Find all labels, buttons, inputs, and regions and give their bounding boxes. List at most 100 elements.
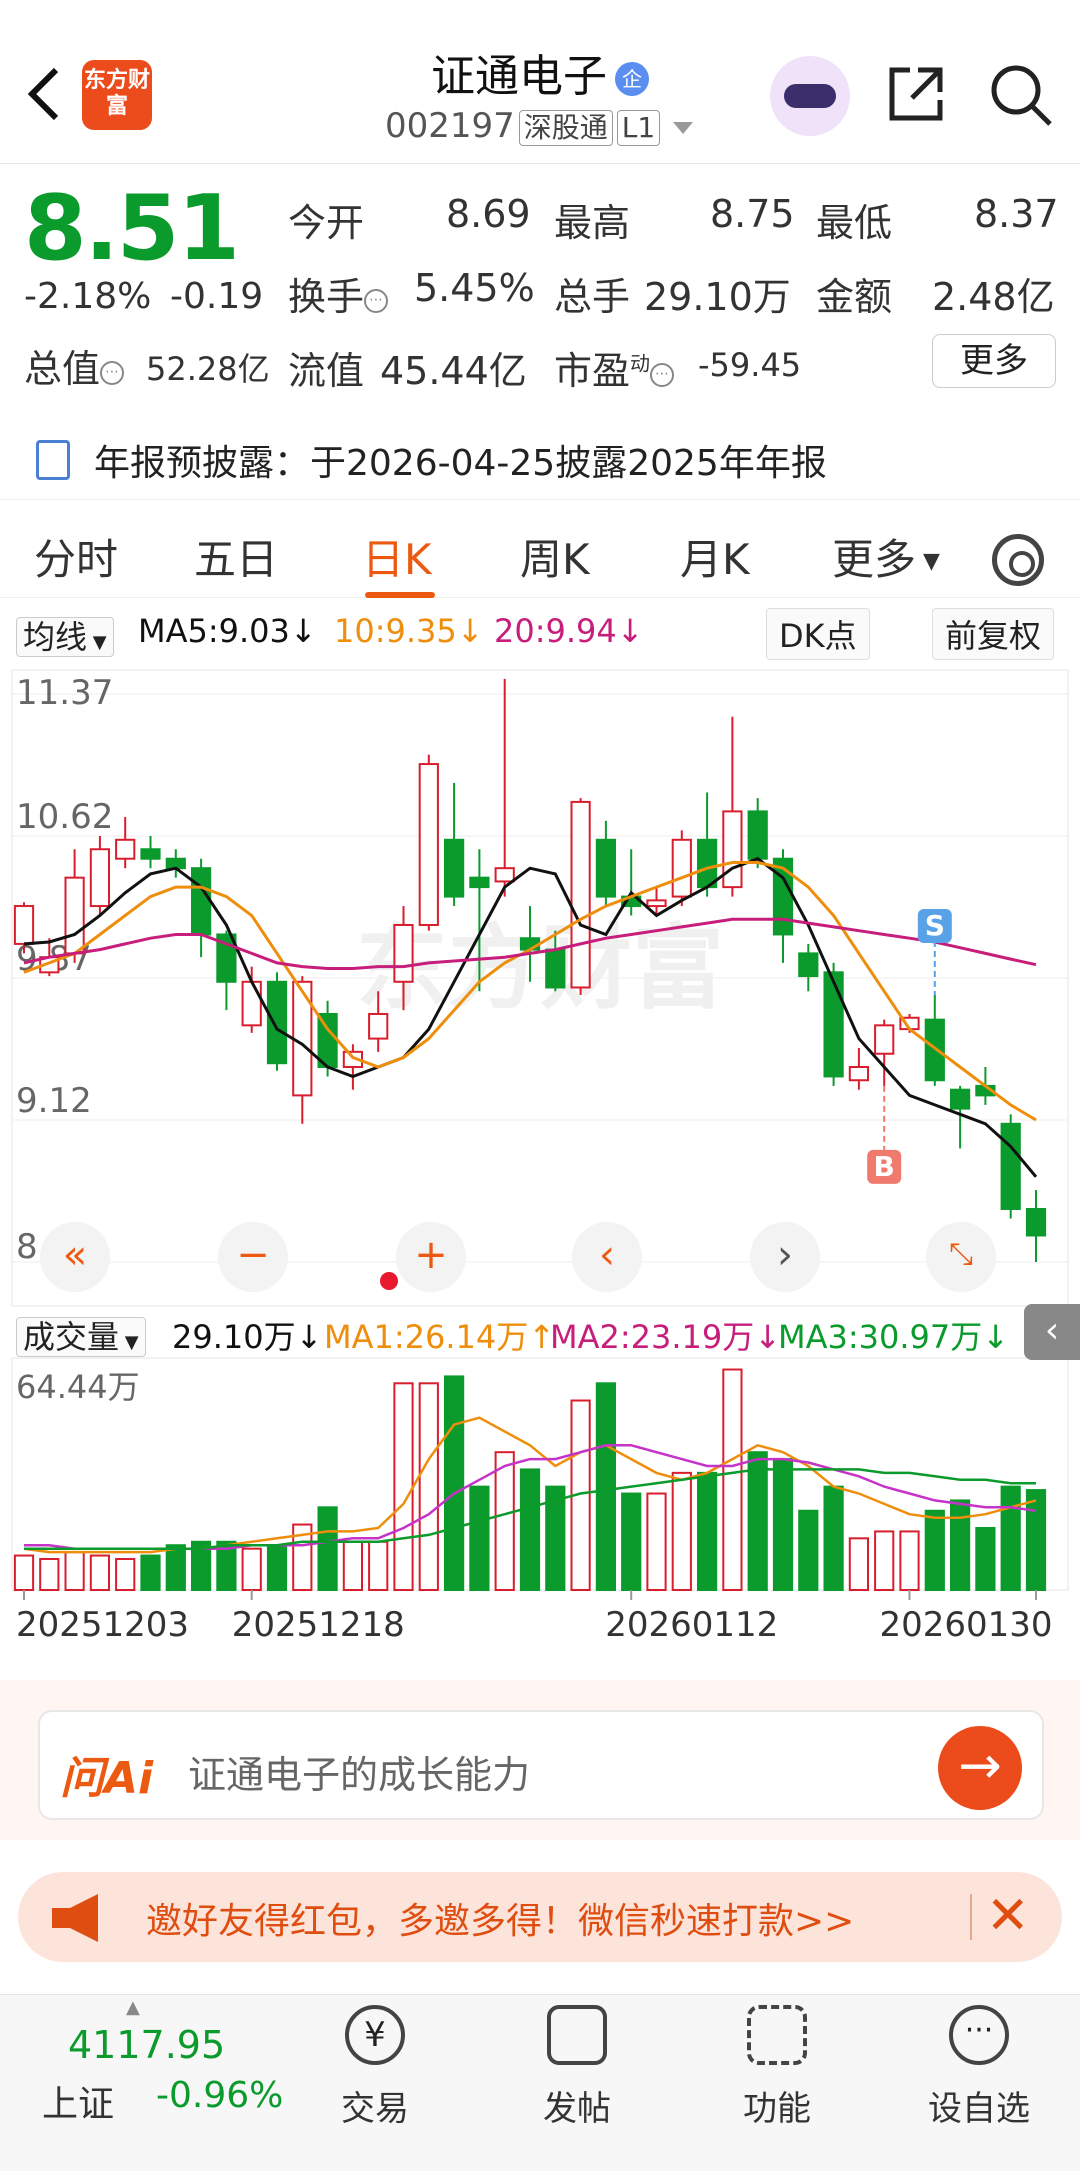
open-label: 今开 [288,201,365,245]
volume-bar [798,1509,819,1591]
tab-intraday[interactable]: 分时 [34,526,118,587]
open-value: 8.69 [446,192,531,236]
candle-body [772,857,794,936]
candle-body [595,838,617,898]
ma20-value: 20:9.94↓ [494,612,644,650]
nav-trade[interactable]: ¥ 交易 [300,2005,450,2130]
volume-bar [39,1557,60,1591]
high-value: 8.75 [710,192,795,236]
scroll-left-button[interactable]: ‹ [572,1222,642,1292]
ma10-value: 10:9.35↓ [334,612,484,650]
volume-bar [393,1382,414,1591]
collapse-panel-button[interactable]: ‹ [1024,1304,1080,1360]
ai-question-input[interactable]: 问Ai 证通电子的成长能力 → [38,1710,1044,1820]
candle-body [848,1065,870,1082]
low-value: 8.37 [974,192,1059,236]
promo-banner[interactable]: 邀好友得红包，多邀多得！微信秒速打款>> ✕ [18,1872,1062,1962]
volume-bar [342,1540,364,1592]
date-tick-label: 20260130 [880,1605,1053,1645]
volume-bar [418,1382,439,1591]
candle-body [368,1012,389,1040]
nav-functions[interactable]: 功能 [702,2005,852,2130]
level-tag[interactable]: L1 [616,110,661,146]
index-change[interactable]: -0.96% [156,2075,283,2116]
date-tick-label: 20251218 [232,1605,405,1645]
info-icon[interactable]: ⋯ [650,363,675,387]
volume-bar [772,1458,794,1591]
vol-ma3-value: MA3:30.97万↓ [778,1318,1010,1356]
edit-icon [547,2005,607,2065]
volume-bar [899,1530,920,1592]
zoom-out-button[interactable]: − [218,1222,288,1292]
candle-body [443,838,465,898]
search-icon[interactable] [988,62,1054,128]
gear-icon[interactable] [992,534,1044,586]
close-icon[interactable]: ✕ [986,1886,1030,1946]
chevron-down-icon[interactable] [671,120,695,136]
tab-five-day[interactable]: 五日 [194,526,278,587]
vol-ma2-value: MA2:23.19万↓ [550,1318,782,1356]
pe-label: 市盈动 ⋯ [554,340,675,395]
volume-bar [241,1547,262,1592]
tab-weekly-k[interactable]: 周K [520,526,590,587]
notice-text: 年报预披露：于2026-04-25披露2025年年报 [94,443,827,484]
candle-body [494,867,515,883]
yuan-icon: ¥ [345,2005,405,2065]
vol-ma1-value: MA1:26.14万↑ [324,1318,556,1356]
scroll-right-button[interactable]: › [750,1222,820,1292]
candle-body [570,800,591,989]
index-value[interactable]: 4117.95 [68,2023,225,2067]
nav-post[interactable]: 发帖 [502,2005,652,2130]
fullscreen-icon[interactable]: ⤡ [926,1222,996,1292]
tab-daily-k[interactable]: 日K [362,526,432,587]
index-name[interactable]: 上证 [42,2075,114,2127]
scroll-left-fast-button[interactable]: « [40,1222,110,1292]
info-icon[interactable]: ⋯ [364,289,389,313]
date-tick-label: 20260112 [605,1605,778,1645]
adjust-button[interactable]: 前复权 [932,608,1055,660]
live-dot [380,1272,398,1290]
market-tag[interactable]: 深股通 [518,110,613,146]
ma-selector[interactable]: 均线 ▼ [16,612,114,658]
candle-body [115,838,136,860]
volume-bars [13,1368,1047,1592]
ai-placeholder: 证通电子的成长能力 [188,1753,531,1797]
volume-selector[interactable]: 成交量 ▼ [16,1312,146,1358]
volume-bar [368,1540,389,1592]
volume-bar [64,1551,85,1592]
volume-bar [722,1368,743,1591]
volume-label: 总手 [554,275,631,319]
tab-monthly-k[interactable]: 月K [680,526,750,587]
volume-bar [266,1544,288,1592]
amount-value: 2.48亿 [932,275,1055,319]
zoom-in-button[interactable]: + [396,1222,466,1292]
nav-add-watchlist[interactable]: ··· 设自选 [904,2005,1054,2130]
volume-bar [671,1471,692,1592]
volume-bar [1000,1485,1021,1592]
more-button[interactable]: 更多 [932,334,1056,388]
arrow-right-icon[interactable]: → [938,1726,1022,1810]
share-icon[interactable] [884,62,948,126]
candle-body [13,905,35,945]
price-tick-label: 11.37 [16,673,113,713]
stock-name: 证通电子 [431,51,607,102]
kline-chart[interactable]: 东方财富 11.3710.629.879.128.37 SB 64.44万 20… [0,660,1080,1680]
bottom-nav: ▲ 4117.95 上证 -0.96% ¥ 交易 发帖 功能 ··· 设自选 [0,1994,1080,2171]
candle-body [823,971,844,1078]
tab-more[interactable]: 更多 ▼ [832,526,940,587]
volume-bar [696,1471,718,1592]
dk-point-button[interactable]: DK点 [766,608,870,660]
grid-icon [747,2005,807,2065]
volume-value: 29.10万↓ [172,1318,323,1356]
info-icon[interactable]: ⋯ [100,361,125,385]
notice-bar[interactable]: 年报预披露：于2026-04-25披露2025年年报 [0,420,1080,500]
volume-bar [140,1554,161,1592]
current-price: 8.51 [24,176,240,281]
document-icon [36,440,70,480]
ai-assistant-avatar[interactable] [770,56,850,136]
volume-bar [1025,1489,1047,1592]
ma5-value: MA5:9.03↓ [138,612,317,650]
period-tabs: 分时 五日 日K 周K 月K 更多 ▼ [0,512,1080,598]
low-label: 最低 [816,201,893,245]
megaphone-icon [52,1894,98,1942]
